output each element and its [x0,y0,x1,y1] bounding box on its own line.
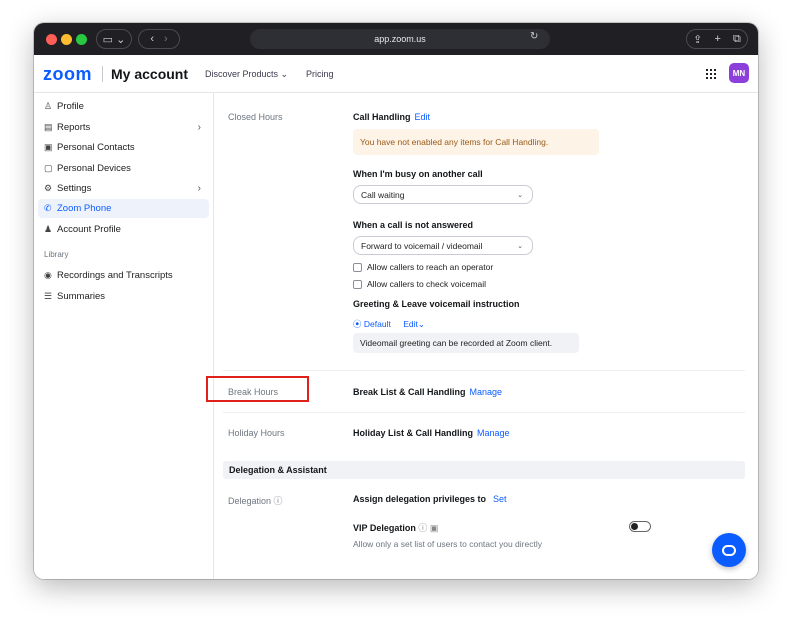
url-text: app.zoom.us [374,34,426,44]
vip-delegation-description: Allow only a set list of users to contac… [353,539,542,549]
chat-support-button[interactable] [712,533,746,567]
sidebar-toggle-button[interactable]: ▭ ⌄ [96,29,132,49]
toggle-knob [631,523,638,530]
zoom-logo[interactable]: zoom [43,64,92,85]
share-icon[interactable]: ⇪ [693,33,702,46]
devices-icon: ▢ [44,163,53,173]
sidebar-item-recordings[interactable]: ◉ Recordings and Transcripts [38,266,209,285]
voicemail-checkbox[interactable]: Allow callers to check voicemail [353,279,486,289]
chevron-down-icon: ⌄ [517,191,523,199]
chevron-right-icon: › [197,183,201,194]
delegation-title: Assign delegation privileges to Set [353,494,507,504]
vip-delegation-title: VIP Delegation ⓘ ▣ [353,523,439,533]
holiday-list-title: Holiday List & Call Handling Manage [353,428,510,438]
maximize-window-button[interactable] [76,34,87,45]
break-list-title: Break List & Call Handling Manage [353,387,503,397]
holiday-hours-label: Holiday Hours [228,428,285,438]
header-divider [102,66,103,82]
person-icon: ♙ [44,101,53,111]
avatar[interactable]: MN [729,63,749,83]
delegation-label: Delegation ⓘ [228,496,283,506]
holiday-manage-link[interactable]: Manage [477,428,510,438]
account-icon: ♟ [44,224,53,234]
sidebar-item-reports[interactable]: ▤ Reports › [38,118,209,137]
nav-discover-products[interactable]: Discover Products ⌄ [205,69,288,80]
address-bar[interactable]: app.zoom.us [250,29,550,49]
main-content: Closed Hours Call Handling Edit You have … [215,93,758,579]
operator-checkbox[interactable]: Allow callers to reach an operator [353,262,493,272]
radio-selected-icon: ⦿ [353,319,362,329]
sidebar-section-library: Library [44,250,69,259]
vip-delegation-toggle[interactable] [629,521,651,532]
not-answered-title: When a call is not answered [353,220,474,230]
tabs-overview-icon[interactable]: ⧉ [733,33,741,46]
checkbox-icon[interactable] [353,279,362,289]
sidebar-item-zoom-phone[interactable]: ✆ Zoom Phone [38,199,209,218]
chevron-down-icon: ⌄ [280,69,289,79]
delegation-section-header: Delegation & Assistant [223,461,745,479]
call-handling-title: Call Handling Edit [353,112,431,122]
greeting-title: Greeting & Leave voicemail instruction [353,299,520,309]
browser-actions: ⇪ + ⧉ [686,29,748,49]
greeting-edit-dropdown[interactable]: Edit⌄ [403,319,425,329]
checkbox-icon[interactable] [353,262,362,272]
busy-call-title: When I'm busy on another call [353,169,483,179]
busy-call-select[interactable]: Call waiting ⌄ [353,185,533,204]
gear-icon: ⚙ [44,183,53,193]
chat-bubble-icon [722,544,736,556]
sidebar-item-personal-devices[interactable]: ▢ Personal Devices [38,159,209,178]
sidebar: ♙ Profile ▤ Reports › ▣ Personal Contact… [34,93,214,579]
chevron-right-icon: › [197,122,201,133]
close-window-button[interactable] [46,34,57,45]
closed-hours-label: Closed Hours [228,112,283,122]
call-handling-edit-link[interactable]: Edit [415,112,431,122]
default-radio[interactable]: ⦿ Default [353,319,391,329]
sidebar-icon: ▭ ⌄ [102,33,126,46]
break-manage-link[interactable]: Manage [470,387,503,397]
summary-icon: ☰ [44,291,53,301]
videomail-info: Videomail greeting can be recorded at Zo… [353,333,579,353]
chevron-right-icon[interactable]: › [164,33,168,45]
page-title: My account [111,66,189,82]
reload-icon[interactable]: ↻ [530,31,538,42]
highlight-box [206,376,309,402]
nav-back-forward[interactable]: ‹ › [138,29,180,49]
help-icon[interactable]: ⓘ [274,496,283,506]
apps-grid-icon[interactable] [706,69,716,79]
chevron-down-icon: ⌄ [517,242,523,250]
report-icon: ▤ [44,122,53,132]
divider [223,412,745,413]
record-icon: ◉ [44,270,52,280]
call-handling-warning: You have not enabled any items for Call … [353,129,599,155]
chevron-left-icon[interactable]: ‹ [150,33,154,45]
chevron-down-icon: ⌄ [417,319,425,329]
contacts-icon: ▣ [44,142,53,152]
sidebar-item-account-profile[interactable]: ♟ Account Profile [38,220,209,239]
sidebar-item-settings[interactable]: ⚙ Settings › [38,179,209,198]
phone-icon: ✆ [44,203,52,213]
new-tab-icon[interactable]: + [714,33,720,45]
sidebar-item-profile[interactable]: ♙ Profile [38,97,209,116]
delegation-set-link[interactable]: Set [493,494,507,504]
divider [223,370,745,371]
browser-titlebar: ▭ ⌄ ‹ › ⚲ app.zoom.us ↻ ⇪ + ⧉ [34,23,758,55]
help-icon[interactable]: ⓘ [418,523,427,533]
nav-pricing[interactable]: Pricing [306,69,334,79]
app-header: zoom My account Discover Products ⌄ Pric… [34,55,758,93]
sidebar-item-personal-contacts[interactable]: ▣ Personal Contacts [38,138,209,157]
browser-window: ▭ ⌄ ‹ › ⚲ app.zoom.us ↻ ⇪ + ⧉ zoom My ac… [34,23,758,579]
not-answered-select[interactable]: Forward to voicemail / videomail ⌄ [353,236,533,255]
greeting-options: ⦿ Default Edit⌄ [353,318,425,330]
sidebar-item-summaries[interactable]: ☰ Summaries [38,287,209,306]
info-icon[interactable]: ▣ [430,523,439,533]
minimize-window-button[interactable] [61,34,72,45]
